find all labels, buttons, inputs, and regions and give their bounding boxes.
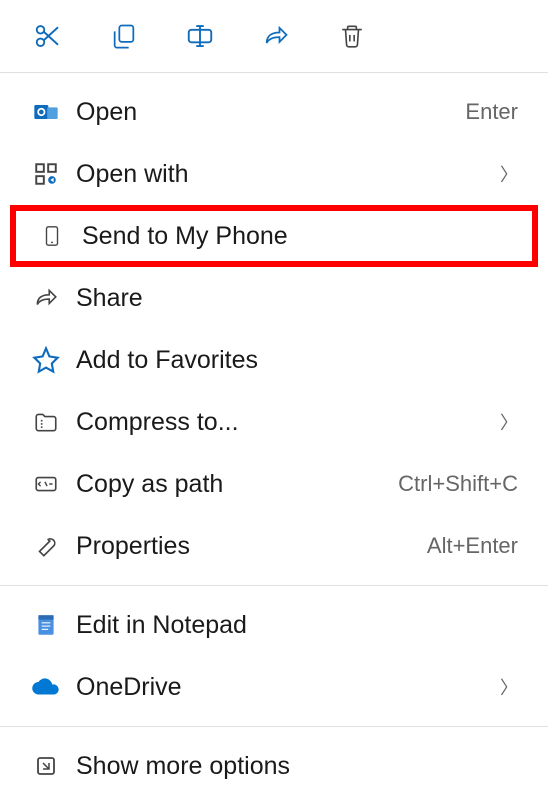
menu-label: Add to Favorites bbox=[76, 346, 518, 375]
context-menu: Open Enter Open with 〉 S bbox=[0, 0, 548, 794]
onedrive-item[interactable]: OneDrive 〉 bbox=[0, 656, 548, 718]
menu-label: OneDrive bbox=[76, 673, 500, 702]
menu-section-2: Edit in Notepad OneDrive 〉 bbox=[0, 586, 548, 726]
menu-shortcut: Enter bbox=[465, 99, 518, 125]
menu-section-3: Show more options bbox=[0, 727, 548, 805]
menu-label: Properties bbox=[76, 532, 427, 561]
share-arrow-icon bbox=[262, 22, 290, 50]
menu-label: Edit in Notepad bbox=[76, 611, 518, 640]
share-toolbar-button[interactable] bbox=[258, 18, 294, 54]
trash-icon bbox=[339, 22, 365, 50]
chevron-right-icon: 〉 bbox=[500, 409, 518, 435]
delete-button[interactable] bbox=[334, 18, 370, 54]
menu-label: Copy as path bbox=[76, 470, 398, 499]
open-with-item[interactable]: Open with 〉 bbox=[0, 143, 548, 205]
menu-label: Open bbox=[76, 98, 465, 127]
menu-label: Share bbox=[76, 284, 518, 313]
menu-shortcut: Ctrl+Shift+C bbox=[398, 471, 518, 497]
zip-icon bbox=[30, 406, 62, 438]
toolbar-row bbox=[0, 18, 548, 72]
chevron-right-icon: 〉 bbox=[500, 674, 518, 700]
copy-path-item[interactable]: Copy as path Ctrl+Shift+C bbox=[0, 453, 548, 515]
rename-button[interactable] bbox=[182, 18, 218, 54]
menu-shortcut: Alt+Enter bbox=[427, 533, 518, 559]
edit-notepad-item[interactable]: Edit in Notepad bbox=[0, 594, 548, 656]
menu-label: Show more options bbox=[76, 752, 518, 781]
path-icon bbox=[30, 468, 62, 500]
share-item[interactable]: Share bbox=[0, 267, 548, 329]
send-to-phone-item[interactable]: Send to My Phone bbox=[10, 205, 538, 267]
onedrive-icon bbox=[30, 671, 62, 703]
expand-icon bbox=[30, 750, 62, 782]
share-icon bbox=[30, 282, 62, 314]
menu-label: Open with bbox=[76, 160, 500, 189]
cut-button[interactable] bbox=[30, 18, 66, 54]
menu-label: Send to My Phone bbox=[82, 222, 512, 251]
star-icon bbox=[30, 344, 62, 376]
rename-icon bbox=[185, 21, 215, 51]
open-with-icon bbox=[30, 158, 62, 190]
chevron-right-icon: 〉 bbox=[500, 161, 518, 187]
menu-section-1: Open Enter Open with 〉 S bbox=[0, 73, 548, 585]
add-favorites-item[interactable]: Add to Favorites bbox=[0, 329, 548, 391]
wrench-icon bbox=[30, 530, 62, 562]
compress-item[interactable]: Compress to... 〉 bbox=[0, 391, 548, 453]
menu-label: Compress to... bbox=[76, 408, 500, 437]
copy-button[interactable] bbox=[106, 18, 142, 54]
open-item[interactable]: Open Enter bbox=[0, 81, 548, 143]
notepad-icon bbox=[30, 609, 62, 641]
phone-icon bbox=[36, 220, 68, 252]
show-more-item[interactable]: Show more options bbox=[0, 735, 548, 797]
outlook-icon bbox=[30, 96, 62, 128]
copy-icon bbox=[110, 22, 138, 50]
properties-item[interactable]: Properties Alt+Enter bbox=[0, 515, 548, 577]
scissors-icon bbox=[33, 21, 63, 51]
